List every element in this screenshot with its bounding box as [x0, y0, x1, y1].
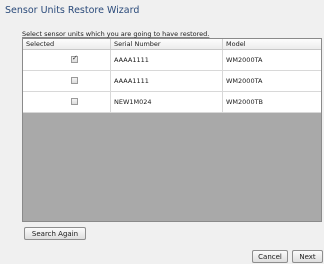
window-title: Sensor Units Restore Wizard [5, 5, 140, 16]
row-select-checkbox[interactable] [71, 98, 78, 105]
model-cell: WM2000TA [226, 77, 263, 85]
sensor-units-grid: Selected Serial Number Model ✓ AAAA1111 … [22, 38, 322, 222]
table-row[interactable]: AAAA1111 WM2000TA [23, 71, 321, 92]
model-cell: WM2000TA [226, 56, 263, 64]
cancel-button[interactable]: Cancel [252, 250, 288, 263]
selected-cell [23, 71, 111, 91]
row-select-checkbox[interactable] [71, 77, 78, 84]
table-row[interactable]: ✓ AAAA1111 WM2000TA [23, 50, 321, 71]
checkmark-icon: ✓ [72, 54, 78, 62]
serial-number-cell: NEW1M024 [111, 92, 223, 112]
grid-header: Selected Serial Number Model [23, 39, 321, 50]
next-button[interactable]: Next [292, 250, 323, 263]
instruction-text: Select sensor units which you are going … [22, 30, 210, 38]
column-header-model[interactable]: Model [223, 39, 321, 49]
column-header-selected[interactable]: Selected [23, 39, 111, 49]
selected-cell: ✓ [23, 50, 111, 70]
search-again-button[interactable]: Search Again [24, 227, 86, 240]
column-header-serial-number[interactable]: Serial Number [111, 39, 223, 49]
wizard-window: Sensor Units Restore Wizard Select senso… [0, 0, 324, 264]
serial-number-cell: AAAA1111 [111, 71, 223, 91]
table-row[interactable]: NEW1M024 WM2000TB [23, 92, 321, 113]
row-select-checkbox[interactable]: ✓ [71, 54, 78, 63]
model-cell: WM2000TB [226, 98, 264, 106]
serial-number-cell: AAAA1111 [111, 50, 223, 70]
selected-cell [23, 92, 111, 112]
